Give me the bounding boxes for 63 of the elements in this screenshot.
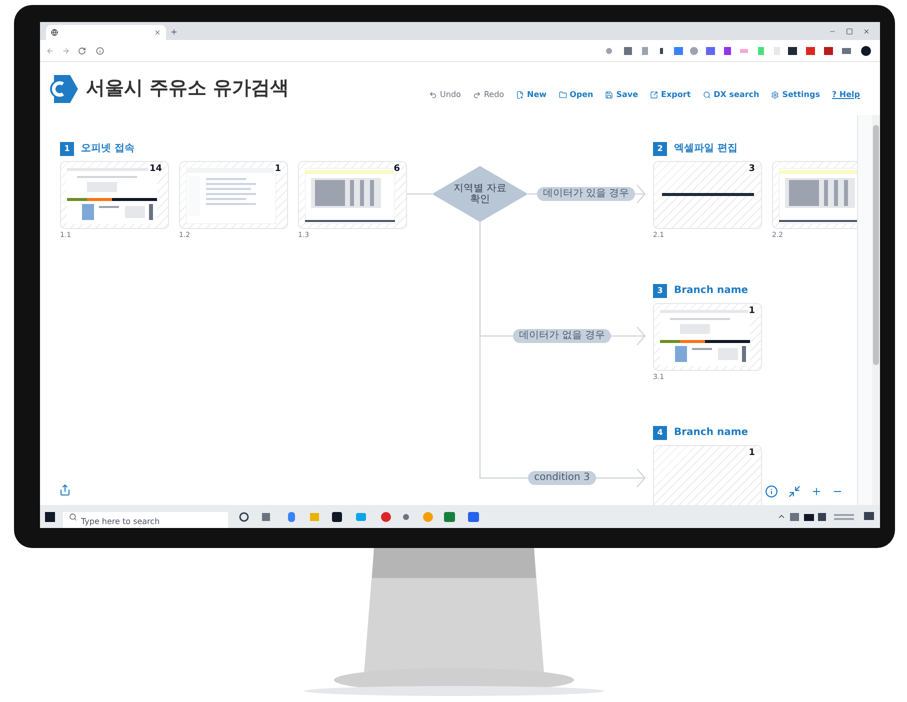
search-icon [702,90,711,98]
site-icon [51,29,58,36]
step-count: 1 [274,165,282,174]
branch-number: 4 [653,426,667,440]
screenshot-card[interactable]: 6 [298,161,407,229]
close-icon[interactable] [154,29,161,36]
fit-view-icon[interactable] [788,485,801,498]
app-title: 서울시 주유소 유가검색 [86,76,290,102]
toolbar-button[interactable]: Open [558,90,594,98]
export-icon [650,90,658,98]
toolbar-button[interactable]: DX search [702,90,760,98]
step-count: 14 [148,165,163,174]
decision-label: 지역별 자료 확인 [452,183,508,205]
step-count: 3 [748,165,756,174]
toolbar-button[interactable]: New [516,90,547,98]
tray-overflow-icon[interactable] [777,512,786,521]
scrollbar[interactable] [872,115,880,505]
folder-icon [558,90,567,98]
branch-title[interactable]: Branch name [674,428,748,438]
back-icon[interactable] [46,46,54,54]
condition-label[interactable]: condition 3 [528,471,596,485]
extension-icons-drawing[interactable] [604,46,874,56]
screenshot-card[interactable]: 1 [179,161,288,229]
zoom-in-icon[interactable] [811,486,822,497]
start-icon[interactable] [45,512,55,522]
screenshot-card[interactable]: 3 [653,161,762,229]
help-link[interactable]: ? Help [832,90,860,98]
search-icon [69,513,77,521]
step-count: 1 [748,307,756,316]
branch-number: 2 [653,142,667,156]
undo-icon [429,90,438,98]
step-count: 6 [392,165,401,174]
toolbar-button[interactable]: Settings [771,90,820,98]
taskbar-search-field[interactable]: Type here to search [63,512,228,528]
step-count: 1 [748,449,756,458]
screenshot-card[interactable]: 1 [653,303,762,371]
toolbar-button[interactable]: Export [650,90,691,98]
close-icon[interactable] [863,28,870,35]
share-icon[interactable] [59,484,71,496]
settings-icon [771,90,780,98]
condition-label[interactable]: 데이터가 없을 경우 [512,329,612,343]
reload-icon[interactable] [78,46,86,54]
decision-diamond[interactable] [432,166,528,222]
forward-icon[interactable] [62,46,70,54]
branch-title[interactable]: 오피넷 접속 [81,144,134,154]
redo-icon [472,90,481,98]
condition-label[interactable]: 데이터가 있을 경우 [536,187,636,201]
branch-number: 1 [60,142,74,156]
scrollbar-thumb[interactable] [873,125,879,365]
branch-title[interactable]: 엑셀파일 편집 [674,144,738,154]
save-icon [605,90,614,98]
toolbar-button[interactable]: Save [605,90,638,98]
notification-icon[interactable] [864,512,874,522]
branch-title[interactable]: Branch name [674,286,748,296]
screenshot-card[interactable]: 14 [60,161,169,229]
maximize-icon[interactable] [846,28,853,35]
connector-line [407,193,432,195]
info-icon[interactable] [765,485,778,498]
new-tab-icon[interactable] [170,28,178,36]
screenshot-card[interactable] [772,161,857,229]
screenshot-card[interactable]: 1 [653,445,762,505]
branch-number: 3 [653,284,667,298]
file-plus-icon [516,90,524,98]
